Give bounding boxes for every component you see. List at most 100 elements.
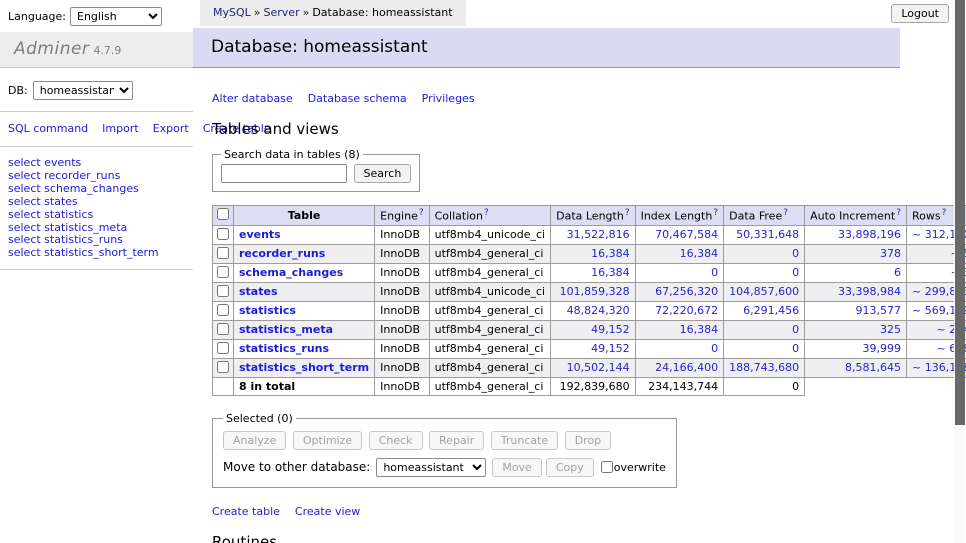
sidebar-item-export[interactable]: Export [153, 122, 189, 135]
help-link[interactable]: ? [419, 208, 424, 218]
row-checkbox[interactable] [217, 323, 229, 335]
breadcrumb-separator: » [303, 6, 310, 19]
auto-increment-link[interactable]: 8,581,645 [845, 361, 901, 374]
create-view-link[interactable]: Create view [295, 505, 360, 518]
table-name-link[interactable]: statistics_short_term [239, 361, 369, 374]
column-header-table: Table [234, 206, 375, 226]
data-length-link[interactable]: 16,384 [591, 266, 630, 279]
data-free-link[interactable]: 0 [792, 323, 799, 336]
row-checkbox[interactable] [217, 304, 229, 316]
auto-increment-link[interactable]: 39,999 [863, 342, 902, 355]
collation-cell: utf8mb4_unicode_ci [429, 282, 550, 301]
engine-cell: InnoDB [375, 320, 429, 339]
db-select[interactable]: homeassistant [33, 81, 133, 100]
data-length-link[interactable]: 16,384 [591, 247, 630, 260]
logout-button[interactable]: Logout [891, 4, 949, 23]
search-button[interactable]: Search [354, 164, 412, 183]
index-length-link[interactable]: 0 [711, 266, 718, 279]
index-length-link[interactable]: 0 [711, 342, 718, 355]
engine-cell: InnoDB [375, 263, 429, 282]
data-length-link[interactable]: 10,502,144 [567, 361, 630, 374]
sidebar-item-select-recorder-runs[interactable]: select recorder_runs [8, 170, 185, 183]
copy-button[interactable]: Copy [546, 458, 594, 477]
check-button[interactable]: Check [369, 431, 423, 450]
move-button[interactable]: Move [492, 458, 542, 477]
optimize-button[interactable]: Optimize [293, 431, 362, 450]
help-link[interactable]: ? [942, 208, 947, 218]
database-schema-link[interactable]: Database schema [308, 92, 407, 105]
index-length-link[interactable]: 72,220,672 [655, 304, 718, 317]
help-link[interactable]: ? [896, 208, 901, 218]
auto-increment-link[interactable]: 325 [880, 323, 901, 336]
data-length-link[interactable]: 48,824,320 [567, 304, 630, 317]
table-name-link[interactable]: statistics [239, 304, 296, 317]
overwrite-checkbox[interactable] [601, 461, 613, 473]
auto-increment-link[interactable]: 378 [880, 247, 901, 260]
data-free-link[interactable]: 0 [792, 342, 799, 355]
data-free-link[interactable]: 188,743,680 [729, 361, 799, 374]
table-name-link[interactable]: states [239, 285, 278, 298]
create-table-link[interactable]: Create table [212, 505, 280, 518]
sidebar-actions: SQL commandImportExportCreate table [0, 112, 193, 147]
breadcrumb-mysql-link[interactable]: MySQL [213, 6, 251, 19]
index-length-link[interactable]: 70,467,584 [655, 228, 718, 241]
table-name-link[interactable]: schema_changes [239, 266, 343, 279]
data-free-link[interactable]: 0 [792, 247, 799, 260]
table-row: states InnoDB utf8mb4_unicode_ci 101,859… [213, 282, 966, 301]
sidebar-table-links: select events select recorder_runs selec… [0, 147, 193, 270]
row-checkbox[interactable] [217, 361, 229, 373]
data-length-link[interactable]: 101,859,328 [560, 285, 630, 298]
language-select[interactable]: English [70, 7, 162, 26]
sidebar-item-select-events[interactable]: select events [8, 157, 185, 170]
sidebar-item-import[interactable]: Import [102, 122, 139, 135]
auto-increment-link[interactable]: 913,577 [856, 304, 902, 317]
repair-button[interactable]: Repair [429, 431, 484, 450]
breadcrumb-server-link[interactable]: Server [264, 6, 300, 19]
sidebar-item-select-states[interactable]: select states [8, 196, 185, 209]
column-header-auto-increment: Auto Increment? [805, 206, 907, 226]
data-free-link[interactable]: 104,857,600 [729, 285, 799, 298]
index-length-link[interactable]: 67,256,320 [655, 285, 718, 298]
data-length-link[interactable]: 49,152 [591, 342, 630, 355]
alter-database-link[interactable]: Alter database [212, 92, 293, 105]
index-length-link[interactable]: 16,384 [680, 247, 719, 260]
sidebar-item-select-statistics-short-term[interactable]: select statistics_short_term [8, 247, 185, 260]
auto-increment-link[interactable]: 33,398,984 [838, 285, 901, 298]
select-all-checkbox[interactable] [217, 208, 229, 220]
row-checkbox[interactable] [217, 285, 229, 297]
sidebar-item-select-statistics[interactable]: select statistics [8, 209, 185, 222]
data-length-link[interactable]: 31,522,816 [567, 228, 630, 241]
row-checkbox[interactable] [217, 228, 229, 240]
sidebar-item-sql-command[interactable]: SQL command [8, 122, 88, 135]
auto-increment-link[interactable]: 6 [894, 266, 901, 279]
data-free-link[interactable]: 0 [792, 266, 799, 279]
row-checkbox[interactable] [217, 342, 229, 354]
row-checkbox[interactable] [217, 247, 229, 259]
move-database-select[interactable]: homeassistant [376, 458, 486, 477]
table-name-link[interactable]: statistics_runs [239, 342, 329, 355]
privileges-link[interactable]: Privileges [422, 92, 475, 105]
table-name-link[interactable]: recorder_runs [239, 247, 325, 260]
auto-increment-link[interactable]: 33,898,196 [838, 228, 901, 241]
vertical-scrollbar[interactable] [954, 0, 965, 543]
table-name-link[interactable]: events [239, 228, 281, 241]
breadcrumb-current: Database: homeassistant [312, 6, 452, 19]
help-link[interactable]: ? [625, 208, 630, 218]
analyze-button[interactable]: Analyze [223, 431, 286, 450]
help-link[interactable]: ? [713, 208, 718, 218]
sidebar-item-select-schema-changes[interactable]: select schema_changes [8, 183, 185, 196]
data-length-link[interactable]: 49,152 [591, 323, 630, 336]
index-length-link[interactable]: 16,384 [680, 323, 719, 336]
help-link[interactable]: ? [484, 208, 489, 218]
table-name-link[interactable]: statistics_meta [239, 323, 333, 336]
search-input[interactable] [221, 164, 347, 183]
tables-overview: Table Engine? Collation? Data Length? In… [212, 205, 966, 396]
row-checkbox[interactable] [217, 266, 229, 278]
data-free-link[interactable]: 6,291,456 [743, 304, 799, 317]
index-length-link[interactable]: 24,166,400 [655, 361, 718, 374]
help-link[interactable]: ? [783, 208, 788, 218]
drop-button[interactable]: Drop [565, 431, 611, 450]
scrollbar-thumb[interactable] [955, 0, 965, 425]
data-free-link[interactable]: 50,331,648 [736, 228, 799, 241]
truncate-button[interactable]: Truncate [491, 431, 558, 450]
